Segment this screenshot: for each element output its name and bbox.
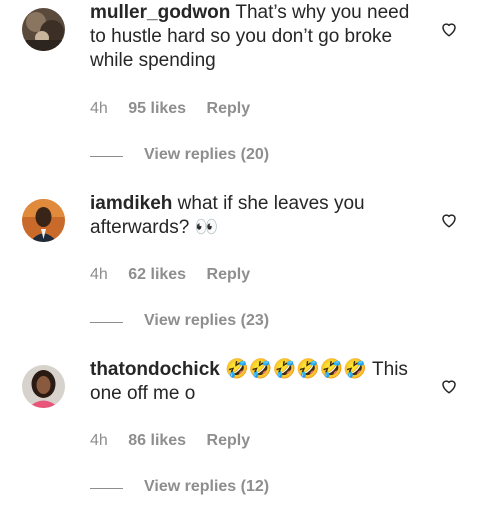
comment-username[interactable]: muller_godwon [90, 2, 230, 23]
avatar[interactable] [22, 365, 65, 408]
view-replies-button[interactable]: View replies (20) [90, 146, 390, 166]
view-replies-label: View replies (20) [144, 146, 270, 163]
reply-button[interactable]: Reply [207, 266, 251, 284]
avatar-muller-icon [22, 8, 65, 51]
comment-item: thatondochick 🤣🤣🤣🤣🤣🤣 This one off me o 4… [0, 359, 490, 531]
comment-time: 4h [90, 100, 108, 117]
comment-likes[interactable]: 86 likes [128, 432, 186, 450]
comment-text: muller_godwon That’s why you need to hus… [90, 1, 430, 73]
comment-emojis: 🤣🤣🤣🤣🤣🤣 [225, 359, 368, 380]
comment-item: iamdikeh what if she leaves you afterwar… [0, 193, 490, 365]
view-replies-button[interactable]: View replies (12) [90, 478, 390, 498]
like-heart-icon[interactable] [440, 211, 458, 229]
avatar[interactable] [22, 8, 65, 51]
like-heart-icon[interactable] [440, 377, 458, 395]
comment-time: 4h [90, 266, 108, 283]
view-replies-button[interactable]: View replies (23) [90, 312, 390, 332]
comment-likes[interactable]: 62 likes [128, 266, 186, 284]
comment-text: iamdikeh what if she leaves you afterwar… [90, 192, 430, 240]
avatar-iamdikeh-icon [22, 199, 65, 242]
replies-divider [90, 488, 123, 489]
comment-meta: 4h 95 likes Reply [90, 100, 250, 118]
reply-button[interactable]: Reply [207, 432, 251, 450]
avatar[interactable] [22, 199, 65, 242]
view-replies-label: View replies (12) [144, 478, 270, 495]
comment-time: 4h [90, 432, 108, 449]
comment-meta: 4h 62 likes Reply [90, 266, 250, 284]
avatar-thatondochick-icon [22, 365, 65, 408]
comment-meta: 4h 86 likes Reply [90, 432, 250, 450]
replies-divider [90, 156, 123, 157]
comment-username[interactable]: iamdikeh [90, 193, 172, 214]
comment-likes[interactable]: 95 likes [128, 100, 186, 118]
comment-item: muller_godwon That’s why you need to hus… [0, 2, 490, 174]
view-replies-label: View replies (23) [144, 312, 270, 329]
replies-divider [90, 322, 123, 323]
reply-button[interactable]: Reply [207, 100, 251, 118]
like-heart-icon[interactable] [440, 20, 458, 38]
comment-username[interactable]: thatondochick [90, 359, 220, 380]
comment-text: thatondochick 🤣🤣🤣🤣🤣🤣 This one off me o [90, 358, 430, 406]
